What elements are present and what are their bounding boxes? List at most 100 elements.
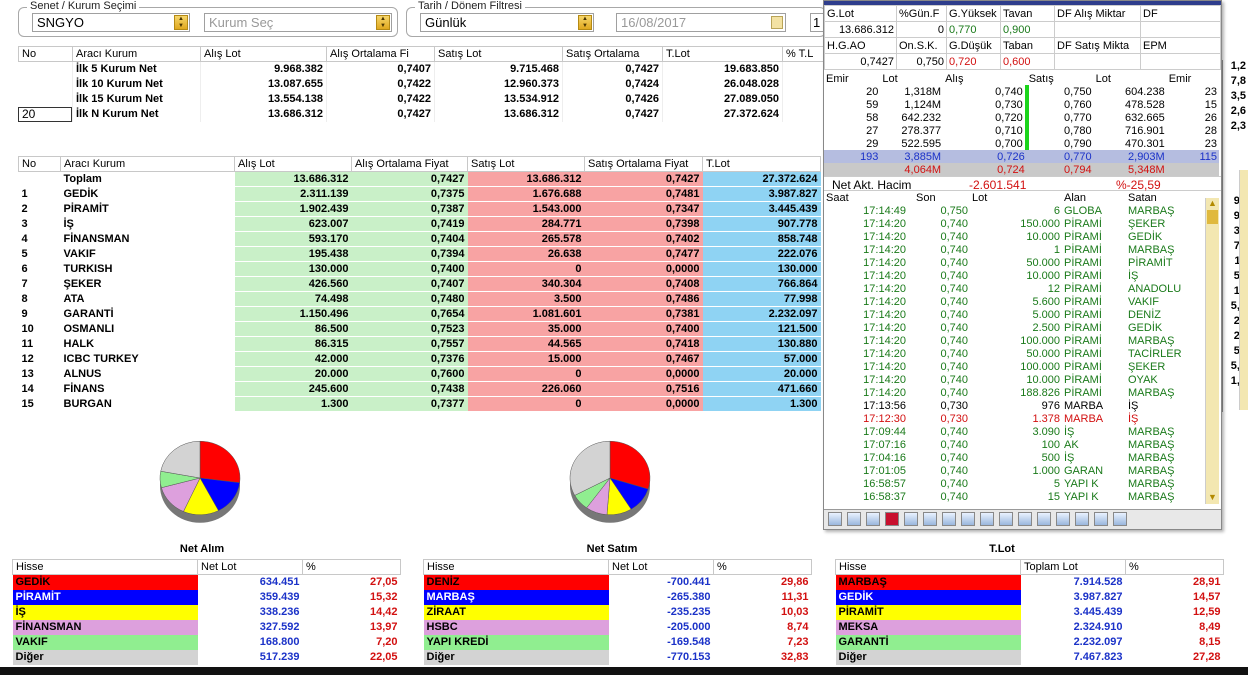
period-select[interactable]: Günlük ▲ ▼	[420, 13, 594, 32]
trade-row[interactable]: 17:14:20 0,740 100.000 PİRAMİ MARBAŞ	[824, 334, 1204, 347]
col-header[interactable]: Satış Lot	[434, 46, 563, 62]
extra-select[interactable]: 1	[810, 13, 824, 32]
col-header[interactable]: Alış Ortalama Fiyat	[351, 156, 468, 172]
trade-row[interactable]: 17:14:20 0,740 100.000 PİRAMİ ŞEKER	[824, 360, 1204, 373]
trade-row[interactable]: 17:14:49 0,750 6 GLOBA MARBAŞ	[824, 204, 1204, 217]
list-item[interactable]: PİRAMİT 3.445.439 12,59	[835, 604, 1224, 620]
trade-row[interactable]: 16:58:57 0,740 5 YAPI K MARBAŞ	[824, 477, 1204, 490]
col-header[interactable]: Aracı Kurum	[72, 46, 201, 62]
col-header[interactable]: Alış Lot	[234, 156, 352, 172]
date-input[interactable]: 16/08/2017	[616, 13, 786, 32]
trade-row[interactable]: 17:14:20 0,740 5.600 PİRAMİ VAKIF	[824, 295, 1204, 308]
grid-icon[interactable]	[847, 512, 861, 526]
summary-row[interactable]: İlk 10 Kurum Net 13.087.655 0,7422 12.960.…	[18, 76, 825, 92]
trade-row[interactable]: 17:14:20 0,740 1 PİRAMİ MARBAŞ	[824, 243, 1204, 256]
depth-row[interactable]: 20 1,318M 0,740 0,750 604.238 23	[824, 85, 1219, 98]
trade-row[interactable]: 17:12:30 0,730 1.378 MARBA İŞ	[824, 412, 1204, 425]
trades-scrollbar[interactable]: ▲ ▼	[1205, 198, 1219, 504]
table-row[interactable]: 7 ŞEKER 426.560 0,7407 340.304 0,7408 766.8…	[18, 276, 821, 292]
list-item[interactable]: MEKSA 2.324.910 8,49	[835, 619, 1224, 635]
summary-row[interactable]: İlk N Kurum Net 13.686.312 0,7427 13.686.3…	[18, 106, 825, 122]
col-header[interactable]: Net Lot	[197, 559, 303, 575]
table-row[interactable]: 9 GARANTİ 1.150.496 0,7654 1.081.601 0,7381…	[18, 306, 821, 322]
col-header[interactable]: Hisse	[835, 559, 1021, 575]
settings-icon[interactable]	[1037, 512, 1051, 526]
table-row[interactable]: 3 İŞ 623.007 0,7419 284.771 0,7398 907.778	[18, 216, 821, 232]
list-item[interactable]: Diğer -770.153 32,83	[423, 649, 812, 665]
list-item[interactable]: ZİRAAT -235.235 10,03	[423, 604, 812, 620]
col-header[interactable]: T.Lot	[662, 46, 783, 62]
scroll-down-icon[interactable]: ▼	[1206, 492, 1219, 504]
list-item[interactable]: MARBAŞ 7.914.528 28,91	[835, 574, 1224, 590]
trade-row[interactable]: 17:14:20 0,740 150.000 PİRAMİ ŞEKER	[824, 217, 1204, 230]
list-item[interactable]: GARANTİ 2.232.097 8,15	[835, 634, 1224, 650]
trade-row[interactable]: 17:04:16 0,740 500 İŞ MARBAŞ	[824, 451, 1204, 464]
list-item[interactable]: YAPI KREDİ -169.548 7,23	[423, 634, 812, 650]
list-item[interactable]: Diğer 517.239 22,05	[12, 649, 401, 665]
col-header[interactable]: Hisse	[12, 559, 198, 575]
list-item[interactable]: HSBC -205.000 8,74	[423, 619, 812, 635]
senet-select[interactable]: SNGYO ▲ ▼	[32, 13, 190, 32]
col-header[interactable]: Aracı Kurum	[60, 156, 235, 172]
col-header[interactable]: %	[1125, 559, 1224, 575]
trade-row[interactable]: 17:07:16 0,740 100 AK MARBAŞ	[824, 438, 1204, 451]
list-item[interactable]: İŞ 338.236 14,42	[12, 604, 401, 620]
list-item[interactable]: MARBAŞ -265.380 11,31	[423, 589, 812, 605]
print-icon[interactable]	[1094, 512, 1108, 526]
table-row[interactable]: 13 ALNUS 20.000 0,7600 0 0,0000 20.000	[18, 366, 821, 382]
chart-icon[interactable]	[828, 512, 842, 526]
trade-row[interactable]: 17:14:20 0,740 10.000 PİRAMİ GEDİK	[824, 230, 1204, 243]
edit-icon[interactable]	[1113, 512, 1127, 526]
col-header[interactable]: %	[302, 559, 401, 575]
summary-row[interactable]: İlk 15 Kurum Net 13.554.138 0,7422 13.534.…	[18, 91, 825, 107]
list-item[interactable]: PİRAMİT 359.439 15,32	[12, 589, 401, 605]
depth-row[interactable]: 29 522.595 0,700 0,790 470.301 23	[824, 137, 1219, 150]
depth-row[interactable]: 27 278.377 0,710 0,780 716.901 28	[824, 124, 1219, 137]
scroll-thumb[interactable]	[1207, 210, 1218, 224]
table-row[interactable]: 8 ATA 74.498 0,7480 3.500 0,7486 77.998	[18, 291, 821, 307]
table-row[interactable]: 4 FİNANSMAN 593.170 0,7404 265.578 0,7402 8…	[18, 231, 821, 247]
col-header[interactable]: Satış Ortalama	[562, 46, 663, 62]
col-header[interactable]: % T.L	[782, 46, 825, 62]
search-icon[interactable]	[1056, 512, 1070, 526]
filter-icon[interactable]	[866, 512, 880, 526]
trade-row[interactable]: 16:58:37 0,740 15 YAPI K MARBAŞ	[824, 490, 1204, 503]
col-header[interactable]: Alış Lot	[200, 46, 327, 62]
ruler-icon[interactable]	[999, 512, 1013, 526]
col-header[interactable]: T.Lot	[702, 156, 821, 172]
table-row[interactable]: Toplam 13.686.312 0,7427 13.686.312 0,7427…	[18, 171, 821, 187]
list-item[interactable]: FİNANSMAN 327.592 13,97	[12, 619, 401, 635]
table-row[interactable]: 12 ICBC TURKEY 42.000 0,7376 15.000 0,7467 …	[18, 351, 821, 367]
updown-arrows-icon[interactable]	[923, 512, 937, 526]
col-header[interactable]: Hisse	[423, 559, 609, 575]
col-header[interactable]: Satış Lot	[467, 156, 585, 172]
trade-row[interactable]: 17:14:20 0,740 188.826 PİRAMİ MARBAŞ	[824, 386, 1204, 399]
trade-row[interactable]: 17:14:20 0,740 5.000 PİRAMİ DENİZ	[824, 308, 1204, 321]
analysis-icon[interactable]	[904, 512, 918, 526]
m-icon[interactable]	[885, 512, 899, 526]
table-row[interactable]: 1 GEDİK 2.311.139 0,7375 1.676.688 0,7481 3…	[18, 186, 821, 202]
list-item[interactable]: DENİZ -700.441 29,86	[423, 574, 812, 590]
col-header[interactable]: No	[18, 46, 73, 62]
trade-row[interactable]: 17:09:44 0,740 3.090 İŞ MARBAŞ	[824, 425, 1204, 438]
table-row[interactable]: 11 HALK 86.315 0,7557 44.565 0,7418 130.880	[18, 336, 821, 352]
depth-row[interactable]: 58 642.232 0,720 0,770 632.665 26	[824, 111, 1219, 124]
pattern-icon[interactable]	[1075, 512, 1089, 526]
list-icon[interactable]	[980, 512, 994, 526]
table-row[interactable]: 14 FİNANS 245.600 0,7438 226.060 0,7516 471…	[18, 381, 821, 397]
scroll-up-icon[interactable]: ▲	[1206, 198, 1219, 210]
pie-slice-di-er[interactable]	[160, 440, 201, 479]
trade-row[interactable]: 17:14:20 0,740 50.000 PİRAMİ PİRAMİT	[824, 256, 1204, 269]
trade-row[interactable]: 17:14:20 0,740 2.500 PİRAMİ GEDİK	[824, 321, 1204, 334]
table-row[interactable]: 15 BURGAN 1.300 0,7377 0 0,0000 1.300	[18, 396, 821, 412]
trade-row[interactable]: 17:14:20 0,740 50.000 PİRAMİ TACİRLER	[824, 347, 1204, 360]
document-icon[interactable]	[942, 512, 956, 526]
table-icon[interactable]	[961, 512, 975, 526]
trade-row[interactable]: 17:14:20 0,740 12 PİRAMİ ANADOLU	[824, 282, 1204, 295]
table-row[interactable]: 5 VAKIF 195.438 0,7394 26.638 0,7477 222.07…	[18, 246, 821, 262]
list-item[interactable]: VAKIF 168.800 7,20	[12, 634, 401, 650]
kurum-select[interactable]: Kurum Seç ▲ ▼	[204, 13, 392, 32]
depth-row[interactable]: 59 1,124M 0,730 0,760 478.528 15	[824, 98, 1219, 111]
table-row[interactable]: 6 TURKISH 130.000 0,7400 0 0,0000 130.000	[18, 261, 821, 277]
trade-row[interactable]: 17:14:20 0,740 10.000 PİRAMİ OYAK	[824, 373, 1204, 386]
